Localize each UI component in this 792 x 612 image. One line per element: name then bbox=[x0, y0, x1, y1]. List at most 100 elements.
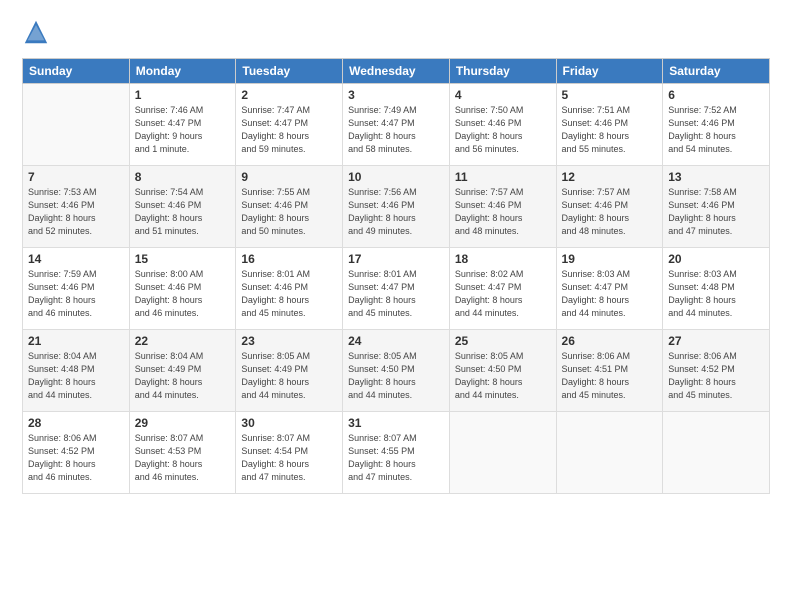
calendar-cell: 4Sunrise: 7:50 AM Sunset: 4:46 PM Daylig… bbox=[449, 84, 556, 166]
day-info: Sunrise: 8:01 AM Sunset: 4:47 PM Dayligh… bbox=[348, 268, 444, 320]
calendar-cell: 17 Sunrise: 8:01 AM Sunset: 4:47 PM Dayli… bbox=[343, 248, 450, 330]
calendar-cell: 20Sunrise: 8:03 AM Sunset: 4:48 PM Dayli… bbox=[663, 248, 770, 330]
day-number: 23 bbox=[241, 334, 337, 348]
day-of-week-header: Sunday bbox=[23, 59, 130, 84]
day-info: Sunrise: 7:51 AM Sunset: 4:46 PM Dayligh… bbox=[562, 104, 658, 156]
day-info: Sunrise: 8:00 AM Sunset: 4:46 PM Dayligh… bbox=[135, 268, 231, 320]
day-number: 6 bbox=[668, 88, 764, 102]
day-number: 9 bbox=[241, 170, 337, 184]
calendar-cell: 2Sunrise: 7:47 AM Sunset: 4:47 PM Daylig… bbox=[236, 84, 343, 166]
day-of-week-header: Saturday bbox=[663, 59, 770, 84]
calendar-week-row: 7Sunrise: 7:53 AM Sunset: 4:46 PM Daylig… bbox=[23, 166, 770, 248]
calendar-cell bbox=[663, 412, 770, 494]
page: SundayMondayTuesdayWednesdayThursdayFrid… bbox=[0, 0, 792, 612]
calendar-cell: 25Sunrise: 8:05 AM Sunset: 4:50 PM Dayli… bbox=[449, 330, 556, 412]
calendar-cell: 3 Sunrise: 7:49 AM Sunset: 4:47 PM Daylig… bbox=[343, 84, 450, 166]
day-of-week-header: Friday bbox=[556, 59, 663, 84]
logo bbox=[22, 18, 54, 46]
day-info: Sunrise: 7:58 AM Sunset: 4:46 PM Dayligh… bbox=[668, 186, 764, 238]
day-number: 27 bbox=[668, 334, 764, 348]
day-number: 10 bbox=[348, 170, 444, 184]
day-number: 24 bbox=[348, 334, 444, 348]
calendar-cell: 30Sunrise: 8:07 AM Sunset: 4:54 PM Dayli… bbox=[236, 412, 343, 494]
day-info: Sunrise: 7:52 AM Sunset: 4:46 PM Dayligh… bbox=[668, 104, 764, 156]
day-number: 17 bbox=[348, 252, 444, 266]
calendar-header-row: SundayMondayTuesdayWednesdayThursdayFrid… bbox=[23, 59, 770, 84]
day-of-week-header: Wednesday bbox=[343, 59, 450, 84]
calendar-week-row: 21 Sunrise: 8:04 AM Sunset: 4:48 PM Dayli… bbox=[23, 330, 770, 412]
calendar-cell: 14Sunrise: 7:59 AM Sunset: 4:46 PM Dayli… bbox=[23, 248, 130, 330]
calendar-cell bbox=[23, 84, 130, 166]
calendar-cell: 19 Sunrise: 8:03 AM Sunset: 4:47 PM Dayli… bbox=[556, 248, 663, 330]
calendar: SundayMondayTuesdayWednesdayThursdayFrid… bbox=[22, 58, 770, 494]
calendar-cell: 26Sunrise: 8:06 AM Sunset: 4:51 PM Dayli… bbox=[556, 330, 663, 412]
calendar-week-row: 14Sunrise: 7:59 AM Sunset: 4:46 PM Dayli… bbox=[23, 248, 770, 330]
day-info: Sunrise: 8:05 AM Sunset: 4:50 PM Dayligh… bbox=[455, 350, 551, 402]
calendar-cell: 28Sunrise: 8:06 AM Sunset: 4:52 PM Dayli… bbox=[23, 412, 130, 494]
day-info: Sunrise: 8:03 AM Sunset: 4:48 PM Dayligh… bbox=[668, 268, 764, 320]
day-info: Sunrise: 8:05 AM Sunset: 4:49 PM Dayligh… bbox=[241, 350, 337, 402]
calendar-cell: 16 Sunrise: 8:01 AM Sunset: 4:46 PM Dayli… bbox=[236, 248, 343, 330]
day-number: 7 bbox=[28, 170, 124, 184]
day-number: 18 bbox=[455, 252, 551, 266]
logo-icon bbox=[22, 18, 50, 46]
day-info: Sunrise: 8:07 AM Sunset: 4:55 PM Dayligh… bbox=[348, 432, 444, 484]
day-info: Sunrise: 8:07 AM Sunset: 4:53 PM Dayligh… bbox=[135, 432, 231, 484]
day-number: 11 bbox=[455, 170, 551, 184]
header bbox=[22, 18, 770, 46]
day-number: 4 bbox=[455, 88, 551, 102]
calendar-cell: 31 Sunrise: 8:07 AM Sunset: 4:55 PM Dayli… bbox=[343, 412, 450, 494]
calendar-week-row: 28Sunrise: 8:06 AM Sunset: 4:52 PM Dayli… bbox=[23, 412, 770, 494]
calendar-cell: 7Sunrise: 7:53 AM Sunset: 4:46 PM Daylig… bbox=[23, 166, 130, 248]
calendar-cell: 24 Sunrise: 8:05 AM Sunset: 4:50 PM Dayli… bbox=[343, 330, 450, 412]
calendar-cell: 8 Sunrise: 7:54 AM Sunset: 4:46 PM Daylig… bbox=[129, 166, 236, 248]
calendar-cell bbox=[556, 412, 663, 494]
day-info: Sunrise: 7:57 AM Sunset: 4:46 PM Dayligh… bbox=[455, 186, 551, 238]
day-info: Sunrise: 8:06 AM Sunset: 4:52 PM Dayligh… bbox=[668, 350, 764, 402]
calendar-cell: 21 Sunrise: 8:04 AM Sunset: 4:48 PM Dayli… bbox=[23, 330, 130, 412]
day-info: Sunrise: 8:05 AM Sunset: 4:50 PM Dayligh… bbox=[348, 350, 444, 402]
day-number: 1 bbox=[135, 88, 231, 102]
calendar-cell: 12 Sunrise: 7:57 AM Sunset: 4:46 PM Dayli… bbox=[556, 166, 663, 248]
day-info: Sunrise: 8:02 AM Sunset: 4:47 PM Dayligh… bbox=[455, 268, 551, 320]
day-number: 13 bbox=[668, 170, 764, 184]
calendar-cell: 29 Sunrise: 8:07 AM Sunset: 4:53 PM Dayli… bbox=[129, 412, 236, 494]
calendar-cell bbox=[449, 412, 556, 494]
calendar-cell: 11 Sunrise: 7:57 AM Sunset: 4:46 PM Dayli… bbox=[449, 166, 556, 248]
day-info: Sunrise: 7:47 AM Sunset: 4:47 PM Dayligh… bbox=[241, 104, 337, 156]
calendar-cell: 15 Sunrise: 8:00 AM Sunset: 4:46 PM Dayli… bbox=[129, 248, 236, 330]
day-number: 16 bbox=[241, 252, 337, 266]
day-info: Sunrise: 8:07 AM Sunset: 4:54 PM Dayligh… bbox=[241, 432, 337, 484]
day-number: 8 bbox=[135, 170, 231, 184]
day-number: 26 bbox=[562, 334, 658, 348]
day-number: 28 bbox=[28, 416, 124, 430]
day-info: Sunrise: 7:54 AM Sunset: 4:46 PM Dayligh… bbox=[135, 186, 231, 238]
day-number: 21 bbox=[28, 334, 124, 348]
calendar-cell: 23 Sunrise: 8:05 AM Sunset: 4:49 PM Dayli… bbox=[236, 330, 343, 412]
calendar-cell: 6 Sunrise: 7:52 AM Sunset: 4:46 PM Daylig… bbox=[663, 84, 770, 166]
day-number: 5 bbox=[562, 88, 658, 102]
calendar-cell: 22Sunrise: 8:04 AM Sunset: 4:49 PM Dayli… bbox=[129, 330, 236, 412]
day-number: 3 bbox=[348, 88, 444, 102]
day-info: Sunrise: 7:49 AM Sunset: 4:47 PM Dayligh… bbox=[348, 104, 444, 156]
day-number: 22 bbox=[135, 334, 231, 348]
day-info: Sunrise: 7:57 AM Sunset: 4:46 PM Dayligh… bbox=[562, 186, 658, 238]
day-info: Sunrise: 7:55 AM Sunset: 4:46 PM Dayligh… bbox=[241, 186, 337, 238]
day-info: Sunrise: 8:04 AM Sunset: 4:48 PM Dayligh… bbox=[28, 350, 124, 402]
calendar-cell: 18 Sunrise: 8:02 AM Sunset: 4:47 PM Dayli… bbox=[449, 248, 556, 330]
day-of-week-header: Tuesday bbox=[236, 59, 343, 84]
day-number: 15 bbox=[135, 252, 231, 266]
calendar-week-row: 1Sunrise: 7:46 AM Sunset: 4:47 PM Daylig… bbox=[23, 84, 770, 166]
day-info: Sunrise: 8:01 AM Sunset: 4:46 PM Dayligh… bbox=[241, 268, 337, 320]
day-number: 31 bbox=[348, 416, 444, 430]
calendar-cell: 5 Sunrise: 7:51 AM Sunset: 4:46 PM Daylig… bbox=[556, 84, 663, 166]
day-info: Sunrise: 8:03 AM Sunset: 4:47 PM Dayligh… bbox=[562, 268, 658, 320]
calendar-cell: 9 Sunrise: 7:55 AM Sunset: 4:46 PM Daylig… bbox=[236, 166, 343, 248]
day-info: Sunrise: 7:56 AM Sunset: 4:46 PM Dayligh… bbox=[348, 186, 444, 238]
day-number: 29 bbox=[135, 416, 231, 430]
calendar-cell: 13 Sunrise: 7:58 AM Sunset: 4:46 PM Dayli… bbox=[663, 166, 770, 248]
day-number: 19 bbox=[562, 252, 658, 266]
day-number: 12 bbox=[562, 170, 658, 184]
calendar-cell: 1Sunrise: 7:46 AM Sunset: 4:47 PM Daylig… bbox=[129, 84, 236, 166]
day-number: 14 bbox=[28, 252, 124, 266]
